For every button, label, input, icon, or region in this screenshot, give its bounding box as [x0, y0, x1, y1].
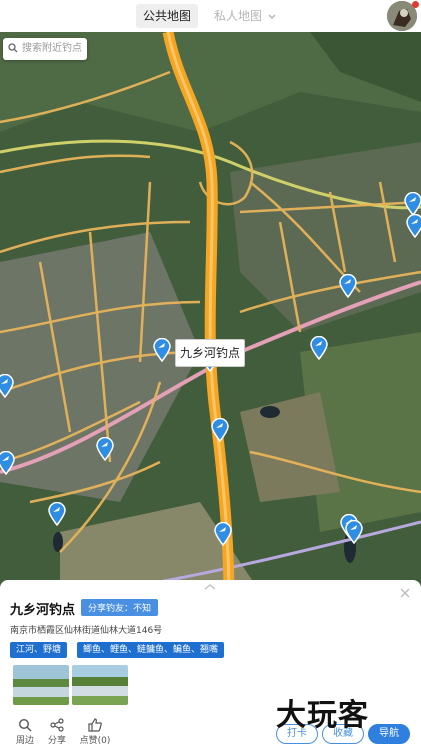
fishing-spot-pin[interactable]	[48, 502, 66, 526]
spot-detail-card: 九乡河钓点 分享钓友：不知 南京市栖霞区仙林街道仙林大道146号 江河、野塘 鲫…	[0, 580, 421, 750]
spot-photo[interactable]	[13, 665, 69, 705]
notification-dot	[412, 1, 419, 8]
navigate-button[interactable]: 导航	[368, 724, 410, 744]
fishing-spot-pin[interactable]	[345, 520, 363, 544]
like-label: 点赞(0)	[79, 736, 111, 746]
nearby-action[interactable]: 周边	[9, 718, 41, 746]
fishing-spot-pin[interactable]	[0, 451, 15, 475]
fish-species-tag: 鲫鱼、鲤鱼、鲢鳙鱼、鳊鱼、翘嘴	[77, 642, 225, 658]
spot-photo[interactable]	[72, 665, 128, 705]
search-placeholder: 搜索附近钓点	[22, 43, 82, 54]
tab-public-map[interactable]: 公共地图	[136, 4, 199, 28]
tab-private-map[interactable]: 私人地图	[207, 4, 283, 28]
thumbs-up-icon	[88, 718, 102, 732]
search-icon	[18, 718, 32, 732]
search-input[interactable]: 搜索附近钓点	[3, 38, 87, 60]
fishing-spot-pin[interactable]	[96, 437, 114, 461]
share-action[interactable]: 分享	[41, 718, 73, 746]
like-action[interactable]: 点赞(0)	[78, 718, 112, 746]
fishing-spot-pin[interactable]	[404, 192, 421, 216]
share-icon	[50, 718, 64, 732]
chevron-down-icon	[268, 13, 276, 19]
nearby-label: 周边	[15, 736, 34, 746]
close-icon[interactable]	[399, 587, 411, 599]
fishing-spot-pin[interactable]	[211, 418, 229, 442]
fishing-spot-pin[interactable]	[153, 338, 171, 362]
chevron-up-icon[interactable]	[204, 583, 216, 591]
fishing-spot-pin[interactable]	[0, 374, 14, 398]
search-icon	[8, 43, 18, 53]
share-badge: 分享钓友：不知	[81, 599, 159, 616]
fishing-spot-pin[interactable]	[339, 274, 357, 298]
top-bar: 公共地图 私人地图	[0, 0, 421, 32]
fishing-spot-pin[interactable]	[406, 214, 421, 238]
fishing-spot-pin[interactable]	[310, 336, 328, 360]
selected-spot-label[interactable]: 九乡河钓点	[175, 339, 245, 367]
water-type-tag: 江河、野塘	[10, 642, 68, 658]
tab-private-label: 私人地图	[214, 9, 263, 23]
fishing-spot-pin[interactable]	[214, 522, 232, 546]
spot-address: 南京市栖霞区仙林街道仙林大道146号	[10, 626, 163, 636]
share-label: 分享	[47, 736, 66, 746]
spot-title: 九乡河钓点	[10, 603, 76, 618]
watermark-logo: 大玩客	[276, 698, 369, 733]
